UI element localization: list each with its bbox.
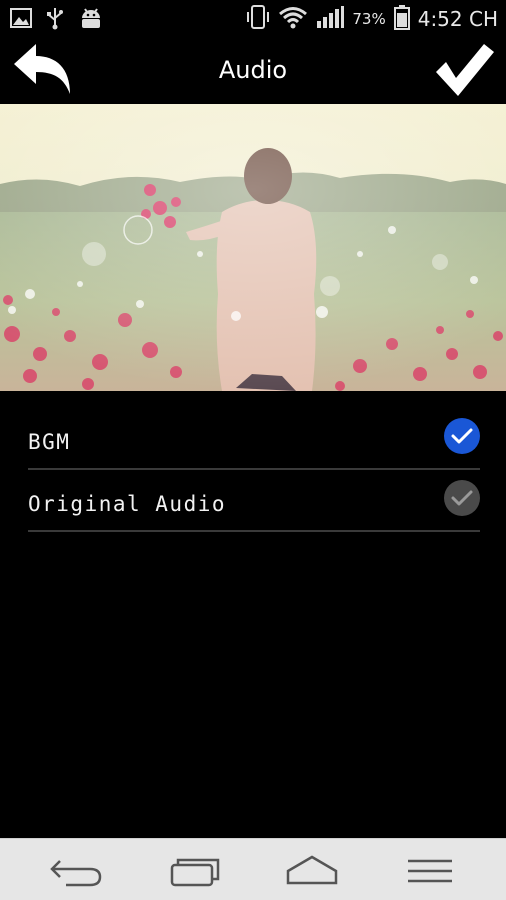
vibrate-icon <box>246 4 270 34</box>
option-label: Original Audio <box>28 492 227 516</box>
option-label: BGM <box>28 430 71 454</box>
audio-options-list: BGM Original Audio <box>28 408 480 532</box>
checkmark-icon <box>436 44 494 96</box>
nav-back-button[interactable] <box>46 851 106 891</box>
option-original-audio[interactable]: Original Audio <box>28 470 480 532</box>
battery-percent: 73% <box>352 10 386 28</box>
status-bar: 73% 4:52 CH <box>0 0 506 36</box>
nav-menu-button[interactable] <box>400 851 460 891</box>
back-button[interactable] <box>10 40 76 100</box>
nav-recent-apps-button[interactable] <box>164 851 224 891</box>
recent-apps-icon <box>170 858 220 887</box>
image-icon <box>10 7 32 33</box>
system-nav-bar <box>0 838 506 900</box>
battery-icon <box>393 4 410 34</box>
usb-icon <box>46 6 64 34</box>
nav-home-button[interactable] <box>282 851 342 891</box>
android-debug-icon <box>78 6 104 34</box>
notification-icons <box>10 6 104 34</box>
option-bgm[interactable]: BGM <box>28 408 480 470</box>
nav-back-icon <box>50 860 102 887</box>
title-bar: Audio <box>0 36 506 104</box>
confirm-button[interactable] <box>432 40 496 100</box>
wifi-icon <box>278 5 308 33</box>
menu-icon <box>408 859 452 883</box>
unchecked-circle-icon[interactable] <box>444 480 480 516</box>
signal-icon <box>316 5 345 33</box>
home-icon <box>286 855 338 885</box>
back-arrow-icon <box>14 44 70 94</box>
clock: 4:52 CH <box>417 7 498 31</box>
preview-image <box>0 104 506 391</box>
video-preview <box>0 104 506 391</box>
system-status-icons: 73% 4:52 CH <box>246 4 498 34</box>
checked-circle-icon[interactable] <box>444 418 480 454</box>
